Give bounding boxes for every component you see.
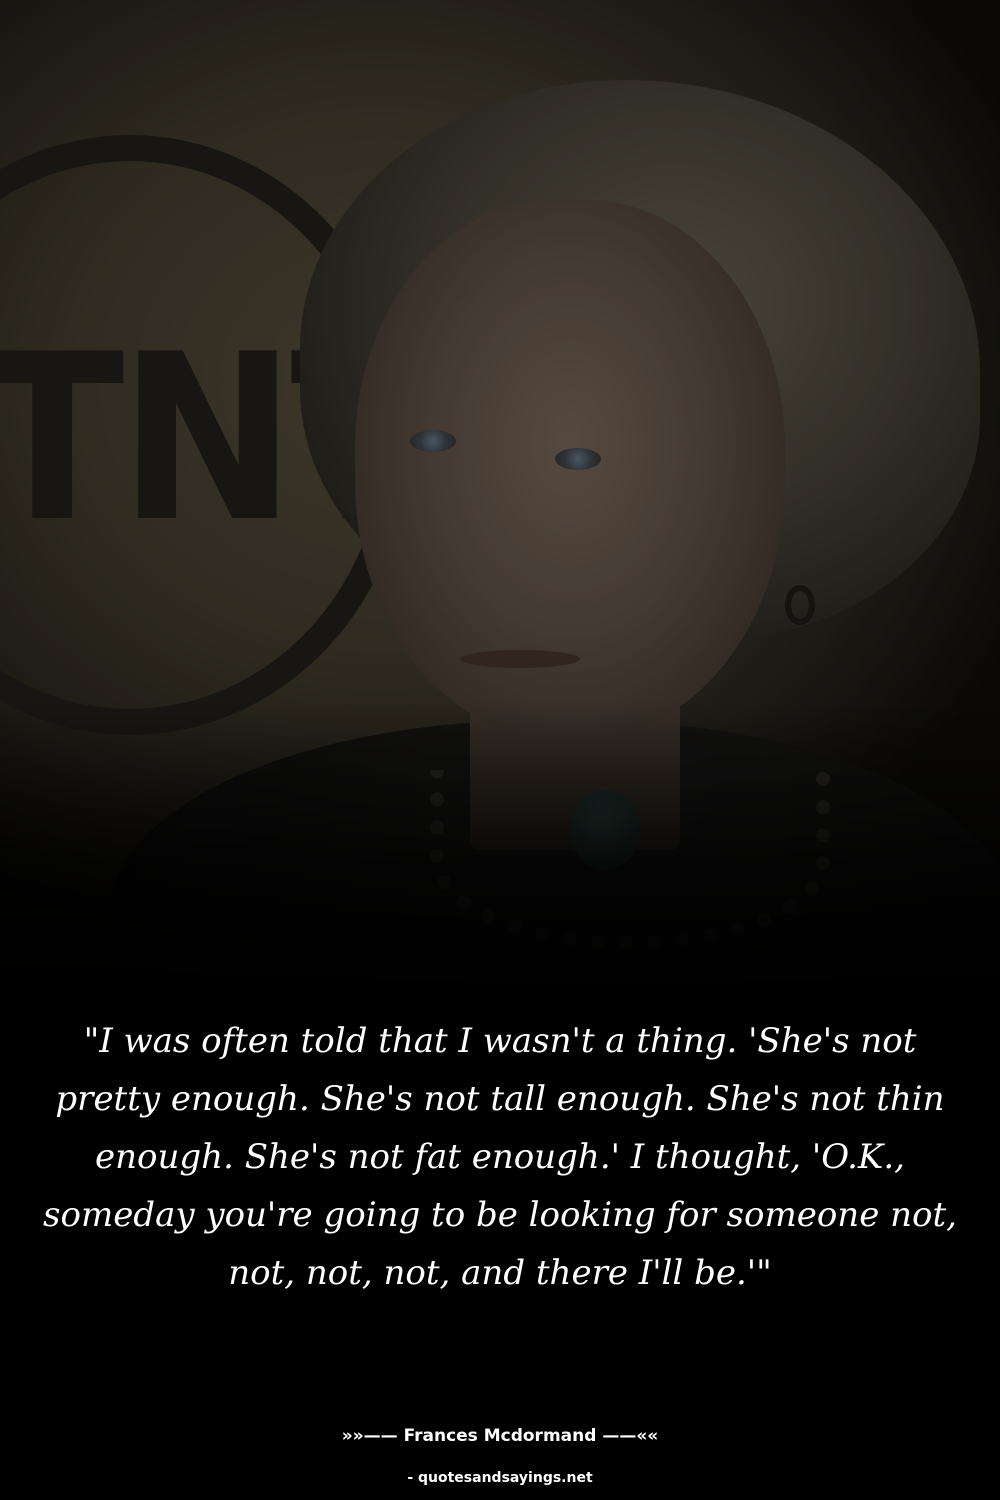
source-credit: - quotesandsayings.net — [407, 1470, 593, 1486]
quote-card: TNT "I was often told that I wasn't a th… — [0, 0, 1000, 1500]
quote-text: "I was often told that I wasn't a thing.… — [43, 1021, 957, 1293]
quote-author: »»—— Frances Mcdormand ——«« — [341, 1426, 659, 1446]
portrait-photo: TNT — [0, 0, 1000, 1000]
photo-bottom-fade — [0, 700, 1000, 1000]
